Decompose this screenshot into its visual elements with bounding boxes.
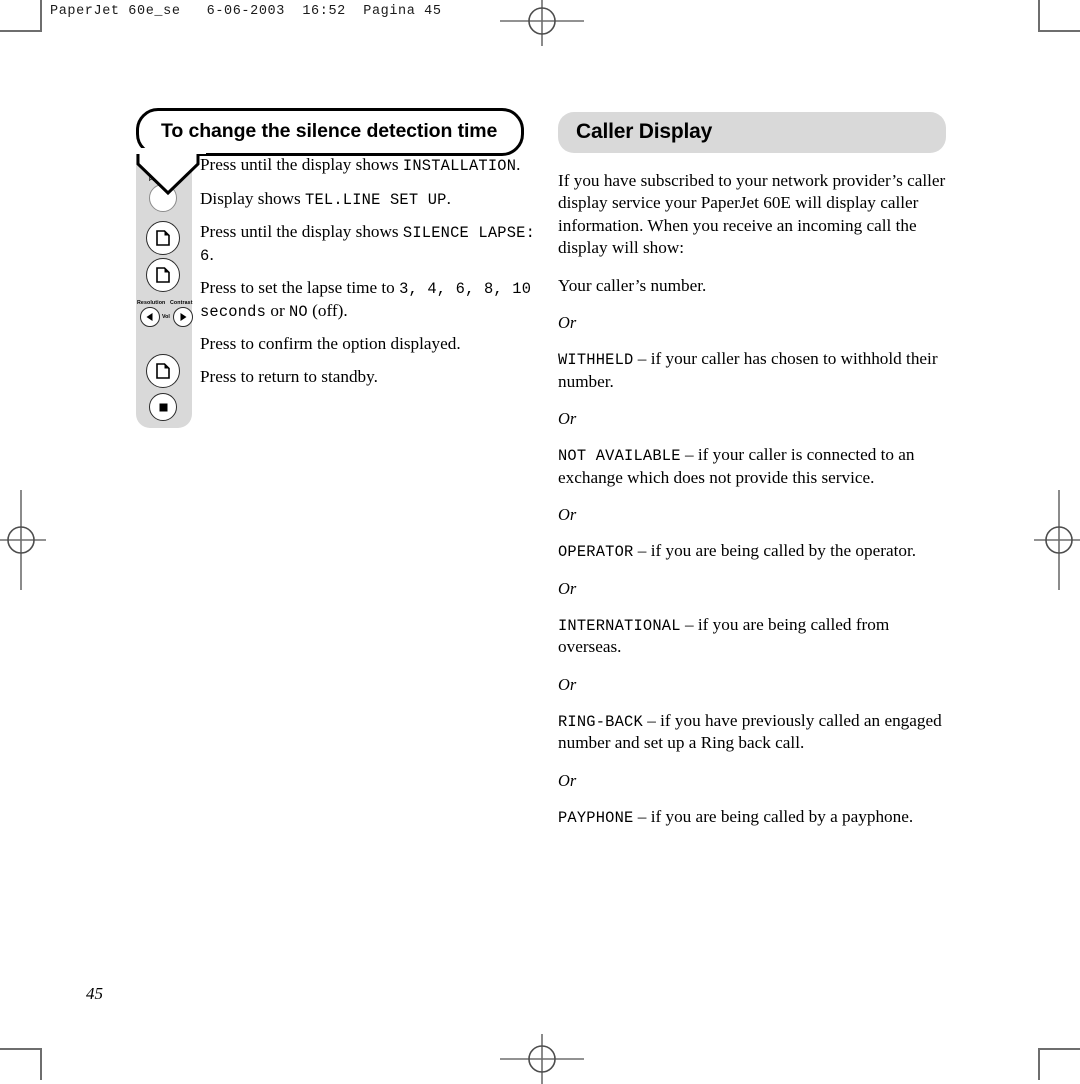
crop-mark-top-right	[1038, 0, 1080, 32]
section-title: Caller Display	[576, 120, 713, 143]
page-button-1[interactable]	[146, 221, 180, 255]
or-separator: Or	[558, 408, 577, 428]
page-button-2[interactable]	[146, 258, 180, 292]
registration-mark-top-icon	[500, 0, 584, 46]
step-text: Press until the display shows	[200, 155, 403, 174]
page-number: 45	[86, 984, 103, 1003]
lcd-value: INSTALLATION	[402, 157, 517, 175]
callout-title: To change the silence detection time	[161, 120, 498, 142]
right-column: Caller Display If you have subscribed to…	[558, 112, 946, 843]
instruction-step: Press to set the lapse time to 3, 4, 6, …	[200, 277, 536, 322]
caller-display-intro: If you have subscribed to your network p…	[558, 171, 946, 258]
caller-display-item: PAYPHONE – if you are being called by a …	[558, 806, 946, 828]
or-separator: Or	[558, 770, 577, 790]
instruction-step: Press until the display shows INSTALLATI…	[200, 154, 536, 177]
lcd-value: NOT AVAILABLE	[558, 447, 681, 466]
page-icon	[156, 363, 170, 379]
registration-mark-left-icon	[0, 490, 46, 590]
lcd-value: WITHHELD	[558, 351, 634, 370]
step-text: (off).	[307, 300, 348, 320]
instruction-step: Press to return to standby.	[200, 366, 536, 388]
step-text: Display shows	[200, 188, 306, 208]
instruction-steps: Press until the display shows INSTALLATI…	[200, 154, 536, 397]
lcd-value: NO	[288, 302, 308, 321]
caller-display-item: NOT AVAILABLE – if your caller is connec…	[558, 444, 946, 489]
or-separator: Or	[558, 504, 577, 524]
page-button-3[interactable]	[146, 354, 180, 388]
lcd-value: TEL.LINE SET UP	[305, 190, 447, 209]
volume-label: Vol	[162, 314, 170, 320]
step-text: .	[446, 188, 451, 208]
left-arrow-icon	[146, 313, 153, 321]
instruction-step: Press to confirm the option displayed.	[200, 333, 536, 355]
caller-display-item: RING-BACK – if you have previously calle…	[558, 710, 946, 755]
step-text: Press to return to standby.	[200, 367, 378, 387]
lcd-value: PAYPHONE	[558, 809, 634, 828]
contrast-button-label: Contrast	[170, 300, 193, 306]
page-icon	[156, 230, 170, 246]
item-description: – if you are being called by the operato…	[633, 541, 917, 561]
step-text: .	[516, 155, 521, 174]
stop-square-icon	[159, 403, 167, 411]
left-column: To change the silence detection time Fun…	[136, 108, 536, 428]
crop-mark-bottom-left	[0, 1048, 42, 1080]
lcd-value: RING-BACK	[558, 713, 643, 732]
caller-display-header: Caller Display	[558, 112, 946, 154]
right-arrow-icon	[180, 313, 187, 321]
page-icon	[156, 267, 170, 283]
caller-display-item: WITHHELD – if your caller has chosen to …	[558, 348, 946, 393]
callout-tail-icon	[136, 148, 206, 196]
or-separator: Or	[558, 674, 577, 694]
resolution-button-label: Resolution	[137, 300, 166, 306]
or-separator: Or	[558, 578, 577, 598]
instruction-step: Display shows TEL.LINE SET UP.	[200, 188, 536, 211]
crop-mark-bottom-right	[1038, 1048, 1080, 1080]
stop-button[interactable]	[149, 393, 177, 421]
silence-detection-callout: To change the silence detection time	[136, 108, 524, 196]
step-text: Press until the display shows	[200, 222, 403, 242]
registration-mark-right-icon	[1034, 490, 1080, 590]
caller-display-item: OPERATOR – if you are being called by th…	[558, 540, 946, 562]
crop-mark-top-left	[0, 0, 42, 32]
step-text: Press to confirm the option displayed.	[200, 334, 461, 354]
resolution-button[interactable]	[140, 307, 160, 327]
registration-mark-bottom-icon	[500, 1034, 584, 1084]
instruction-step: Press until the display shows SILENCE LA…	[200, 221, 536, 266]
item-description: – if you are being called by a payphone.	[633, 807, 914, 827]
print-header: PaperJet 60e_se 6-06-2003 16:52 Pagina 4…	[50, 4, 442, 19]
caller-display-item: INTERNATIONAL – if you are being called …	[558, 614, 946, 659]
contrast-button[interactable]	[173, 307, 193, 327]
step-text: or	[266, 300, 289, 320]
or-separator: Or	[558, 312, 577, 332]
lcd-value: OPERATOR	[558, 543, 634, 562]
step-text: Press to set the lapse time to	[200, 278, 400, 298]
caller-number-item: Your caller’s number.	[558, 275, 707, 295]
lcd-value: INTERNATIONAL	[558, 617, 681, 635]
step-text: .	[209, 244, 214, 264]
